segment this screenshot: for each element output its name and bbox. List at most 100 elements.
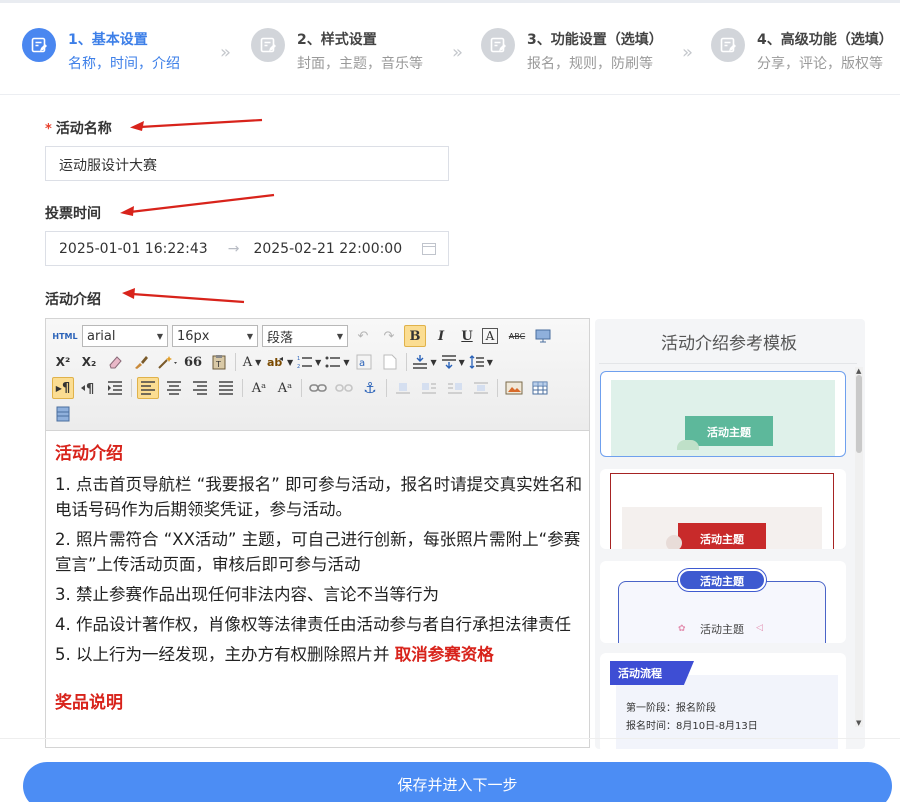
svg-text:ab: ab [267,356,282,369]
font-grow-button[interactable]: Aᵃ [248,377,270,399]
ltr-direction-button[interactable]: ▶ ¶ [52,377,74,399]
blockquote-button[interactable]: 66 [182,351,204,373]
step-subtitle: 封面，主题，音乐等 [297,56,423,72]
font-family-select[interactable]: arial ▼ [82,325,168,347]
save-next-button[interactable]: 保存并进入下一步 [23,762,892,802]
rtl-direction-icon[interactable]: ¶ [78,377,100,399]
subscript-button[interactable]: X₂ [78,351,100,373]
image-right-icon[interactable] [444,377,466,399]
scrollbar-thumb[interactable] [856,375,862,453]
template-card[interactable]: 活动主题 [600,469,846,549]
image-center-icon[interactable] [470,377,492,399]
align-justify-icon[interactable] [215,377,237,399]
font-color-button[interactable]: A ▼ [241,351,263,373]
undo-icon[interactable]: ↶ [352,325,374,347]
vote-time-range-picker[interactable]: 2025-01-01 16:22:43 → 2025-02-21 22:00:0… [45,231,449,266]
underline-button[interactable]: U [456,325,478,347]
template-line: 报名时间：8月10日-8月13日 [626,721,758,732]
image-left-icon[interactable] [418,377,440,399]
image-none-icon[interactable] [392,377,414,399]
auto-format-icon[interactable] [156,351,178,373]
chevron-right-icon: » [220,42,232,63]
format-brush-icon[interactable] [130,351,152,373]
chevron-right-icon: » [452,42,464,63]
redo-icon[interactable]: ↷ [378,325,400,347]
steps-bar: 1、基本设置 名称，时间，介绍 » 2、样式设置 封面，主题，音乐等 » 3、功… [0,0,900,95]
edit-icon [711,28,745,62]
template-theme-label: 活动主题 [700,575,744,588]
step-title: 4、高级功能（选填） [757,32,893,48]
emphasis-text: 取消参赛资格 [394,645,494,664]
align-left-icon[interactable] [137,377,159,399]
end-time-value[interactable]: 2025-02-21 22:00:00 [253,241,402,257]
step-subtitle: 名称，时间，介绍 [68,56,180,72]
insert-table-icon[interactable] [529,377,551,399]
content-item: 3. 禁止参赛作品出现任何非法内容、言论不当等行为 [55,585,439,604]
insert-image-icon[interactable] [503,377,525,399]
template-theme-label: 活动主题 [700,533,744,546]
required-mark: * [45,122,52,137]
editor-content[interactable]: 活动介绍 1. 点击首页导航栏 “我要报名” 即可参与活动，报名时请提交真实姓名… [55,442,583,721]
edit-icon [481,28,515,62]
bold-button[interactable]: B [404,325,426,347]
svg-text:2: 2 [297,364,300,369]
editor-toolbar: HTML arial ▼ 16px ▼ 段落 ▼ ↶ ↷ B I U A ABC X²… [46,319,589,431]
anchor-icon[interactable]: ⚓ [359,377,381,399]
step-title: 2、样式设置 [297,32,377,48]
activity-name-input[interactable]: 运动服设计大赛 [45,146,449,181]
vote-time-label: 投票时间 [45,206,101,222]
svg-text:¶: ¶ [86,382,94,395]
align-right-icon[interactable] [189,377,211,399]
italic-button[interactable]: I [430,325,452,347]
template-panel: 活动介绍参考模板 活动主题 活动主题 活动主题 活动主题 ✿ ◁ 活动流程 第一… [595,319,865,749]
annotation-arrow [130,118,263,131]
annotation-arrow [122,288,245,304]
document-icon[interactable] [379,351,401,373]
template-scrollbar[interactable]: ▲ ▼ [855,367,863,727]
svg-text:a: a [359,358,365,369]
insert-frame-icon[interactable] [52,403,74,425]
align-center-icon[interactable] [163,377,185,399]
paragraph-format-select[interactable]: 段落 ▼ [262,325,348,347]
template-card[interactable]: 活动主题 [600,371,846,457]
template-line: 第一阶段：报名阶段 [626,703,716,714]
font-size-select[interactable]: 16px ▼ [172,325,258,347]
link-icon[interactable] [307,377,329,399]
rich-text-editor[interactable]: HTML arial ▼ 16px ▼ 段落 ▼ ↶ ↷ B I U A ABC X²… [45,318,590,748]
font-shrink-button[interactable]: Aᵃ [274,377,296,399]
content-item: 1. 点击首页导航栏 “我要报名” 即可参与活动，报名时请提交真实姓名和电话号码… [55,475,583,519]
content-item: 5. 以上行为一经发现，主办方有权删除照片并 取消参赛资格 [55,645,494,664]
annotation-arrow [120,193,275,216]
strikethrough-button[interactable]: ABC [506,325,528,347]
content-heading: 活动介绍 [55,444,123,464]
template-card[interactable]: 活动流程 第一阶段：报名阶段 报名时间：8月10日-8月13日 [600,653,846,749]
step-subtitle: 分享，评论，版权等 [757,56,883,72]
start-time-value[interactable]: 2025-01-01 16:22:43 [59,241,208,257]
font-border-button[interactable]: A [482,328,498,344]
content-item: 4. 作品设计著作权，肖像权等法律责任由活动参与者自行承担法律责任 [55,615,571,634]
template-card[interactable]: 活动主题 活动主题 ✿ ◁ [600,561,846,643]
template-theme-label: 活动主题 [707,426,751,439]
range-separator: → [227,240,240,257]
step-subtitle: 报名，规则，防刷等 [527,56,653,72]
row-spacing-bottom-icon[interactable]: ▼ [441,351,465,373]
html-source-button[interactable]: HTML [52,325,78,347]
activity-intro-label: 活动介绍 [45,292,101,308]
ordered-list-icon[interactable]: 1 2 ▼ [297,351,321,373]
content-item: 2. 照片需符合 “XX活动” 主题，可自己进行创新，每张照片需附上“参赛宣言”… [55,530,581,574]
template-tag: 活动流程 [618,667,662,680]
template-panel-title: 活动介绍参考模板 [661,334,797,354]
background-color-icon[interactable]: ab ▼ [267,351,293,373]
activity-name-label: * 活动名称 [45,121,112,137]
unlink-icon[interactable] [333,377,355,399]
preview-icon[interactable] [532,325,554,347]
unordered-list-icon[interactable]: ▼ [325,351,349,373]
line-height-icon[interactable]: ▼ [469,351,493,373]
paste-plain-icon[interactable]: T [208,351,230,373]
eraser-icon[interactable] [104,351,126,373]
row-spacing-top-icon[interactable]: ▼ [412,351,437,373]
spell-check-icon[interactable]: a [353,351,375,373]
calendar-icon [422,243,436,255]
superscript-button[interactable]: X² [52,351,74,373]
indent-icon[interactable] [104,377,126,399]
